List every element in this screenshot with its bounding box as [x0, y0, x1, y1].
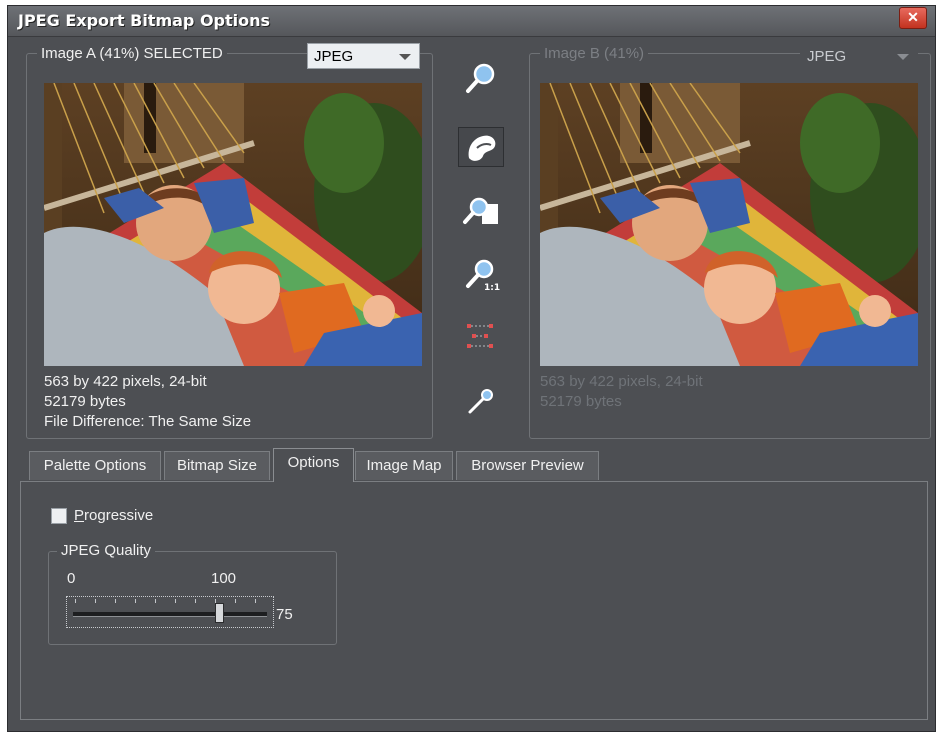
pan-tool[interactable] [458, 127, 504, 167]
slider-track [73, 612, 267, 617]
image-b-format-value: JPEG [807, 48, 847, 65]
zoom-icon [466, 63, 495, 93]
progressive-mnemonic: P [74, 507, 85, 524]
grid-snap-tool[interactable] [458, 318, 504, 358]
tab-options[interactable]: Options [273, 448, 354, 482]
scale-min-label: 0 [67, 570, 76, 587]
progressive-label-text: rogressive [84, 507, 154, 524]
grid-snap-icon [467, 324, 493, 348]
tab-bitmap-size[interactable]: Bitmap Size [164, 451, 270, 480]
tab-browser-preview[interactable]: Browser Preview [456, 451, 599, 480]
image-b-format-select[interactable]: JPEG [800, 43, 918, 69]
image-a-format-value: JPEG [314, 48, 354, 65]
image-a-bytes: 52179 bytes [44, 393, 126, 410]
zoom-actual-size-icon: 1:1 [466, 259, 500, 293]
color-picker-icon [468, 389, 493, 414]
title-bar: JPEG Export Bitmap Options ✕ [8, 6, 935, 37]
image-a-difference: File Difference: The Same Size [44, 413, 252, 430]
zoom-actual-size-tool[interactable]: 1:1 [458, 255, 504, 295]
chevron-down-icon [897, 54, 909, 60]
dialog-title: JPEG Export Bitmap Options [18, 11, 271, 30]
color-picker-tool[interactable] [458, 380, 504, 420]
image-a-label: Image A (41%) SELECTED [37, 45, 227, 62]
slider-tick [255, 599, 256, 603]
image-b-dimensions: 563 by 422 pixels, 24-bit [540, 373, 703, 390]
tab-image-map[interactable]: Image Map [355, 451, 453, 480]
slider-tick [175, 599, 176, 603]
image-a-dimensions: 563 by 422 pixels, 24-bit [44, 373, 207, 390]
scale-max-label: 100 [211, 570, 237, 587]
image-a-preview[interactable] [44, 83, 422, 366]
tab-palette-options[interactable]: Palette Options [29, 451, 161, 480]
pan-hand-icon [468, 135, 496, 161]
quality-value: 75 [276, 606, 293, 623]
slider-tick [155, 599, 156, 603]
progressive-checkbox[interactable] [51, 508, 67, 524]
slider-thumb[interactable] [214, 603, 224, 623]
progressive-label[interactable]: Progressive [74, 507, 153, 524]
image-a-format-select[interactable]: JPEG [307, 43, 420, 69]
slider-tick [235, 599, 236, 603]
image-b-label: Image B (41%) [540, 45, 649, 62]
slider-tick [195, 599, 196, 603]
zoom-to-page-tool[interactable] [458, 192, 504, 232]
slider-tick [115, 599, 116, 603]
quality-slider[interactable] [66, 596, 274, 628]
slider-tick [95, 599, 96, 603]
close-button[interactable]: ✕ [899, 7, 927, 29]
image-b-bytes: 52179 bytes [540, 393, 622, 410]
jpeg-quality-label: JPEG Quality [57, 542, 156, 559]
slider-tick [75, 599, 76, 603]
chevron-down-icon [399, 54, 411, 60]
image-b-preview[interactable] [540, 83, 918, 366]
image-b-info: 563 by 422 pixels, 24-bit 52179 bytes [540, 372, 703, 412]
zoom-to-page-icon [463, 197, 498, 224]
slider-tick [135, 599, 136, 603]
zoom-tool[interactable] [458, 58, 504, 98]
svg-text:1:1: 1:1 [484, 283, 500, 293]
image-a-info: 563 by 422 pixels, 24-bit 52179 bytes Fi… [44, 372, 251, 432]
